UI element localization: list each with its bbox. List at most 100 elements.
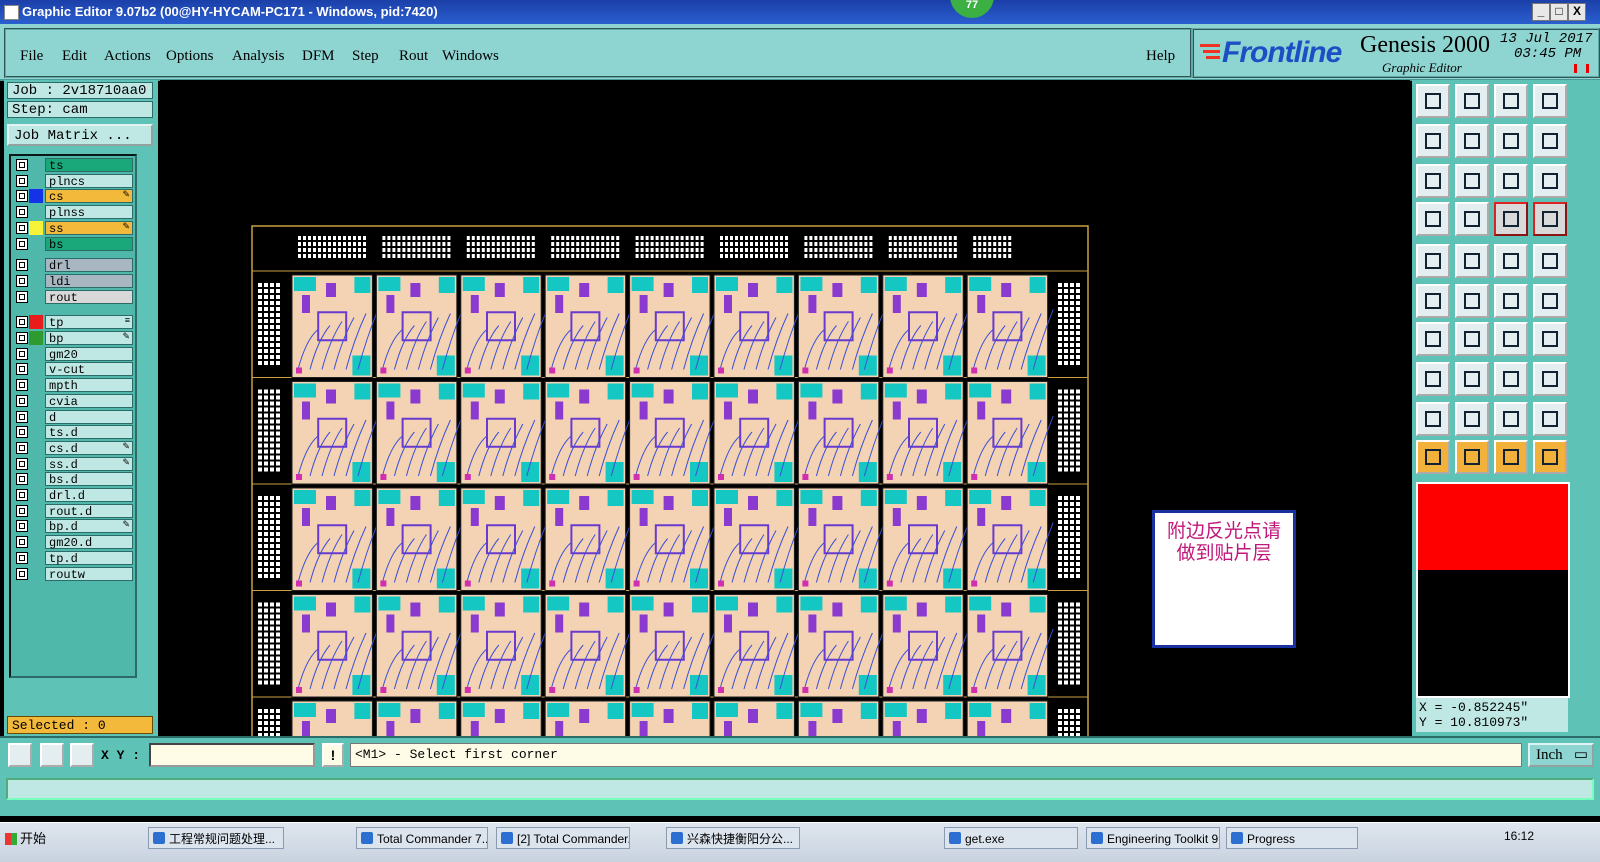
menu-windows[interactable]: Windows: [442, 48, 499, 65]
layer-checkbox[interactable]: [16, 394, 28, 407]
layer-name[interactable]: rout.d: [45, 503, 133, 519]
layer-row[interactable]: tp.d: [13, 550, 133, 566]
triangle-alt-icon[interactable]: [1455, 402, 1489, 436]
layer-color-swatch[interactable]: [29, 189, 43, 204]
menu-options[interactable]: Options: [166, 48, 214, 65]
move-icon[interactable]: [1494, 362, 1528, 396]
symbol-icon[interactable]: [1533, 322, 1567, 356]
point-icon[interactable]: [1494, 284, 1528, 318]
pad-icon[interactable]: [1416, 362, 1450, 396]
layer-row[interactable]: plnss: [13, 205, 133, 220]
pointer-icon[interactable]: [1416, 440, 1450, 474]
layer-row[interactable]: ts: [13, 158, 133, 173]
layer-row[interactable]: ss.d ✎: [13, 456, 133, 472]
layer-name[interactable]: tp: [45, 315, 133, 330]
layer-name[interactable]: cvia: [45, 393, 133, 409]
prev-icon[interactable]: [1416, 124, 1450, 158]
layer-checkbox[interactable]: [16, 426, 28, 439]
angle-mode-icon[interactable]: [40, 743, 64, 767]
menu-help[interactable]: Help: [1146, 48, 1175, 65]
layer-row[interactable]: ldi: [13, 273, 133, 289]
task-0[interactable]: 工程常规问题处理...: [148, 827, 284, 849]
pointer-move-icon[interactable]: [1494, 440, 1528, 474]
pointer-select-icon[interactable]: [1455, 440, 1489, 474]
zoom-window-icon[interactable]: [1533, 84, 1567, 118]
layer-row[interactable]: gm20.d: [13, 535, 133, 550]
layer-checkbox[interactable]: [16, 206, 28, 219]
task-6[interactable]: Progress: [1226, 827, 1358, 849]
ruler-icon[interactable]: [1494, 244, 1528, 278]
help-icon[interactable]: [1533, 164, 1567, 198]
letter-a-icon[interactable]: [1494, 402, 1528, 436]
layer-row[interactable]: rout: [13, 289, 133, 305]
layer-row[interactable]: mpth: [13, 378, 133, 393]
layer-name[interactable]: plnss: [45, 205, 133, 220]
redraw-icon[interactable]: [1533, 124, 1567, 158]
layer-name[interactable]: gm20: [45, 346, 133, 362]
overview-preview[interactable]: [1416, 482, 1570, 698]
layer-name[interactable]: bs.d: [45, 472, 133, 487]
menu-file[interactable]: File: [20, 48, 43, 65]
layer-checkbox[interactable]: [16, 473, 28, 486]
layer-row[interactable]: gm20: [13, 346, 133, 362]
line-alt-icon[interactable]: [1455, 322, 1489, 356]
graphic-canvas[interactable]: 附边反光点请 做到贴片层: [160, 80, 1410, 736]
fit-icon[interactable]: [1494, 124, 1528, 158]
menu-dfm[interactable]: DFM: [302, 48, 335, 65]
layer-checkbox[interactable]: [16, 567, 28, 580]
layer-row[interactable]: v-cut: [13, 362, 133, 377]
layer-row[interactable]: drl: [13, 258, 133, 273]
layer-row[interactable]: bs.d: [13, 472, 133, 487]
open-icon[interactable]: [1416, 84, 1450, 118]
dot-icon[interactable]: [1533, 244, 1567, 278]
circle-icon[interactable]: [1416, 244, 1450, 278]
task-4[interactable]: get.exe: [944, 827, 1078, 849]
layer-name[interactable]: cs.d: [45, 440, 133, 456]
layer-row[interactable]: bp ✎: [13, 331, 133, 346]
layer-row[interactable]: cs.d ✎: [13, 440, 133, 456]
layer-checkbox[interactable]: [16, 190, 28, 203]
layer-name[interactable]: rout: [45, 289, 133, 305]
layer-name[interactable]: cs: [45, 189, 133, 204]
layer-name[interactable]: v-cut: [45, 362, 133, 377]
layer-checkbox[interactable]: [16, 221, 28, 234]
layer-row[interactable]: tp ≡: [13, 315, 133, 330]
layer-name[interactable]: bs: [45, 236, 133, 252]
scale-1-2-icon[interactable]: [1494, 164, 1528, 198]
save-icon[interactable]: [1455, 84, 1489, 118]
menu-analysis[interactable]: Analysis: [232, 48, 285, 65]
layer-name[interactable]: ss: [45, 220, 133, 236]
layer-name[interactable]: plncs: [45, 173, 133, 189]
line-icon[interactable]: [1416, 322, 1450, 356]
layer-checkbox[interactable]: [16, 441, 28, 454]
cross-icon[interactable]: [1455, 284, 1489, 318]
layer-row[interactable]: ts.d: [13, 425, 133, 440]
layer-name[interactable]: tp.d: [45, 550, 133, 566]
layer-row[interactable]: drl.d: [13, 488, 133, 503]
layer-checkbox[interactable]: [16, 290, 28, 303]
layer-row[interactable]: bp.d ✎: [13, 519, 133, 534]
snap-mode-icon[interactable]: [8, 743, 32, 767]
layer-toggle-alt-icon[interactable]: [1533, 202, 1567, 236]
grid-mode-icon[interactable]: [70, 743, 94, 767]
layer-row[interactable]: cvia: [13, 393, 133, 409]
layer-checkbox[interactable]: [16, 159, 28, 171]
home-icon[interactable]: [1494, 84, 1528, 118]
layer-name[interactable]: ldi: [45, 273, 133, 289]
layer-checkbox[interactable]: [16, 536, 28, 549]
layer-name[interactable]: ts: [45, 158, 133, 173]
exclaim-button[interactable]: !: [322, 743, 344, 767]
layer-row[interactable]: routw: [13, 566, 133, 582]
pan-icon[interactable]: [1455, 164, 1489, 198]
menu-actions[interactable]: Actions: [104, 48, 151, 65]
layer-toggle-icon[interactable]: [1494, 202, 1528, 236]
layer-name[interactable]: ss.d: [45, 456, 133, 472]
layer-name[interactable]: bp.d: [45, 519, 133, 534]
minimize-button[interactable]: _: [1532, 3, 1550, 21]
layer-row[interactable]: ss ✎: [13, 220, 133, 236]
start-button[interactable]: 开始: [2, 827, 62, 851]
job-matrix-button[interactable]: Job Matrix ...: [7, 124, 153, 146]
layer-checkbox[interactable]: [16, 363, 28, 376]
layer-name[interactable]: ts.d: [45, 425, 133, 440]
layer-checkbox[interactable]: [16, 332, 28, 344]
